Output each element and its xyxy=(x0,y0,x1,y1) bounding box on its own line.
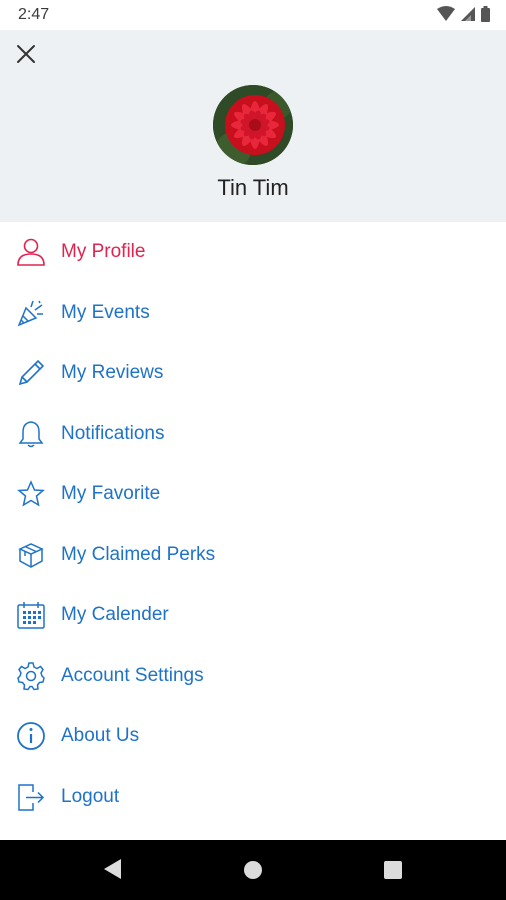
menu-label: My Profile xyxy=(61,241,146,263)
menu-label: About Us xyxy=(61,725,140,747)
menu-item-my-favorite[interactable]: My Favorite xyxy=(0,464,506,525)
gift-box-icon xyxy=(15,539,47,571)
calendar-icon xyxy=(15,599,47,631)
recents-icon[interactable] xyxy=(384,861,402,884)
info-icon xyxy=(15,720,47,752)
menu-item-logout[interactable]: Logout xyxy=(0,767,506,828)
status-time: 2:47 xyxy=(18,6,50,23)
logout-icon xyxy=(15,781,47,813)
party-popper-icon xyxy=(15,297,47,329)
signal-icon xyxy=(461,6,475,22)
close-button[interactable] xyxy=(12,42,40,70)
avatar[interactable] xyxy=(213,85,293,165)
drawer-header: Tin Tim xyxy=(0,30,506,222)
drawer-menu: My Profile My Events My Reviews Notifica… xyxy=(0,222,506,827)
status-bar: 2:47 xyxy=(0,0,506,30)
menu-item-account-settings[interactable]: Account Settings xyxy=(0,646,506,707)
menu-item-notifications[interactable]: Notifications xyxy=(0,404,506,465)
menu-item-my-reviews[interactable]: My Reviews xyxy=(0,343,506,404)
system-navigation-bar xyxy=(0,840,506,900)
menu-label: My Reviews xyxy=(61,362,164,384)
gear-icon xyxy=(15,660,47,692)
menu-label: My Events xyxy=(61,301,150,323)
menu-label: Account Settings xyxy=(61,664,204,686)
home-icon[interactable] xyxy=(244,861,262,884)
menu-item-my-claimed-perks[interactable]: My Claimed Perks xyxy=(0,525,506,586)
menu-item-about-us[interactable]: About Us xyxy=(0,706,506,767)
bell-icon xyxy=(15,418,47,450)
menu-label: Notifications xyxy=(61,422,165,444)
wifi-icon xyxy=(437,6,455,22)
menu-label: Logout xyxy=(61,785,120,807)
pencil-icon xyxy=(15,357,47,389)
status-icons xyxy=(437,6,490,22)
close-icon xyxy=(16,44,36,69)
menu-item-my-events[interactable]: My Events xyxy=(0,283,506,344)
dahlia-flower-image xyxy=(213,85,293,165)
user-icon xyxy=(15,236,47,268)
menu-item-my-calender[interactable]: My Calender xyxy=(0,585,506,646)
menu-label: My Favorite xyxy=(61,483,161,505)
menu-label: My Claimed Perks xyxy=(61,543,216,565)
user-name: Tin Tim xyxy=(217,175,289,200)
menu-item-my-profile[interactable]: My Profile xyxy=(0,222,506,283)
menu-label: My Calender xyxy=(61,604,169,626)
battery-icon xyxy=(481,6,490,22)
back-icon[interactable] xyxy=(103,858,123,885)
star-icon xyxy=(15,478,47,510)
